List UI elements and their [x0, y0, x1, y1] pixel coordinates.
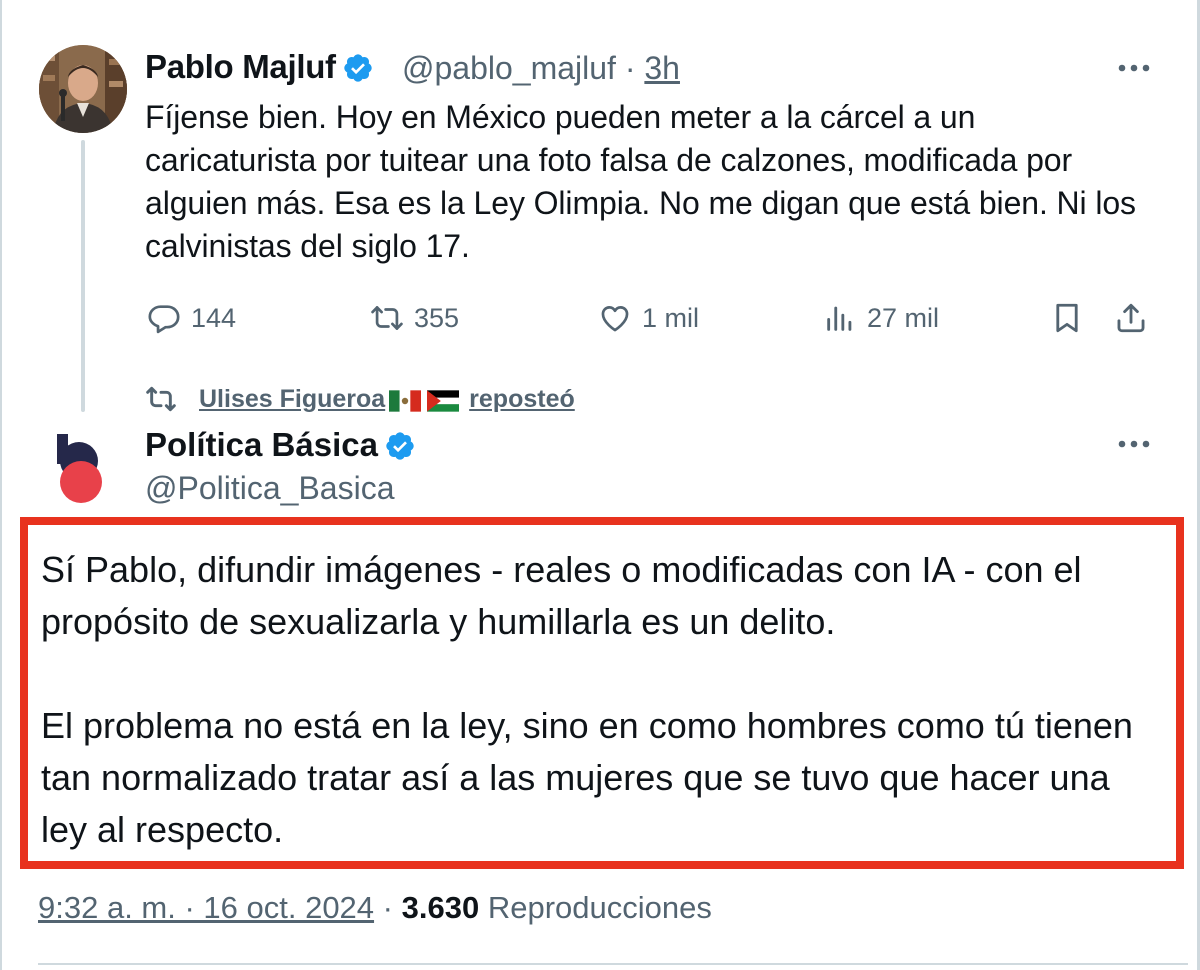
tweet-body-text: Fíjense bien. Hoy en México pueden meter…	[145, 99, 1136, 264]
avatar-photo-icon	[39, 45, 127, 133]
reposted-label: reposteó	[469, 384, 575, 413]
politica-basica-logo-icon	[57, 434, 102, 503]
share-button[interactable]	[1114, 298, 1158, 338]
repost-count: 355	[414, 302, 460, 333]
view-count: 3.630	[401, 890, 480, 925]
display-name-text[interactable]: Pablo Majluf	[145, 48, 336, 85]
author-handle[interactable]: @Politica_Basica	[145, 470, 394, 507]
views-chart-icon	[827, 306, 852, 331]
display-name-text[interactable]: Política Básica	[145, 426, 378, 463]
reply-button[interactable]: 144	[147, 298, 236, 338]
reply-icon	[148, 305, 180, 334]
like-button[interactable]: 1 mil	[598, 298, 699, 338]
author-handle[interactable]: @pablo_majluf	[402, 50, 616, 86]
more-options-icon[interactable]	[1114, 56, 1154, 80]
palestine-flag-icon	[427, 387, 461, 412]
bookmark-button[interactable]	[1050, 298, 1094, 338]
separator-dot: ·	[382, 890, 393, 925]
mexico-flag-icon	[389, 387, 423, 412]
reposter-name-link[interactable]: Ulises Figueroa	[199, 385, 385, 414]
author-handle-time: @pablo_majluf · 3h	[402, 50, 680, 87]
views-count: 27 mil	[867, 302, 940, 333]
verified-badge-icon[interactable]	[342, 52, 374, 84]
author-name[interactable]: Política Básica	[145, 426, 416, 464]
heart-icon	[601, 306, 629, 332]
post-time-link[interactable]: 3h	[644, 50, 680, 86]
more-options-icon[interactable]	[1114, 432, 1154, 456]
tweet-body-text: Sí Pablo, difundir imágenes - reales o m…	[41, 544, 1161, 856]
repost-attribution: Ulises Figueroa reposteó	[145, 382, 575, 416]
avatar-pablo-majluf[interactable]	[39, 45, 127, 133]
like-count: 1 mil	[642, 302, 700, 333]
share-icon	[1117, 303, 1145, 333]
divider	[38, 963, 1188, 965]
bookmark-icon	[1056, 303, 1078, 333]
author-name[interactable]: Pablo Majluf	[145, 48, 374, 86]
verified-badge-icon[interactable]	[384, 430, 416, 462]
repost-indicator-icon	[146, 386, 176, 412]
thread-connector-line	[81, 140, 85, 412]
reply-count: 144	[191, 302, 237, 333]
views-button[interactable]: 27 mil	[823, 298, 939, 338]
avatar-politica-basica[interactable]	[55, 432, 105, 504]
tweet-paragraph: Sí Pablo, difundir imágenes - reales o m…	[41, 549, 1082, 642]
separator-dot: ·	[624, 50, 636, 86]
timestamp-link[interactable]: 9:32 a. m. · 16 oct. 2024	[38, 890, 374, 925]
frame-border-left	[0, 0, 2, 970]
repost-icon	[371, 306, 403, 330]
repost-button[interactable]: 355	[370, 298, 459, 338]
tweet-paragraph: El problema no está en la ley, sino en c…	[41, 705, 1133, 850]
post-metadata: 9:32 a. m. · 16 oct. 2024 · 3.630 Reprod…	[38, 890, 712, 926]
views-label: Reproducciones	[487, 890, 712, 925]
